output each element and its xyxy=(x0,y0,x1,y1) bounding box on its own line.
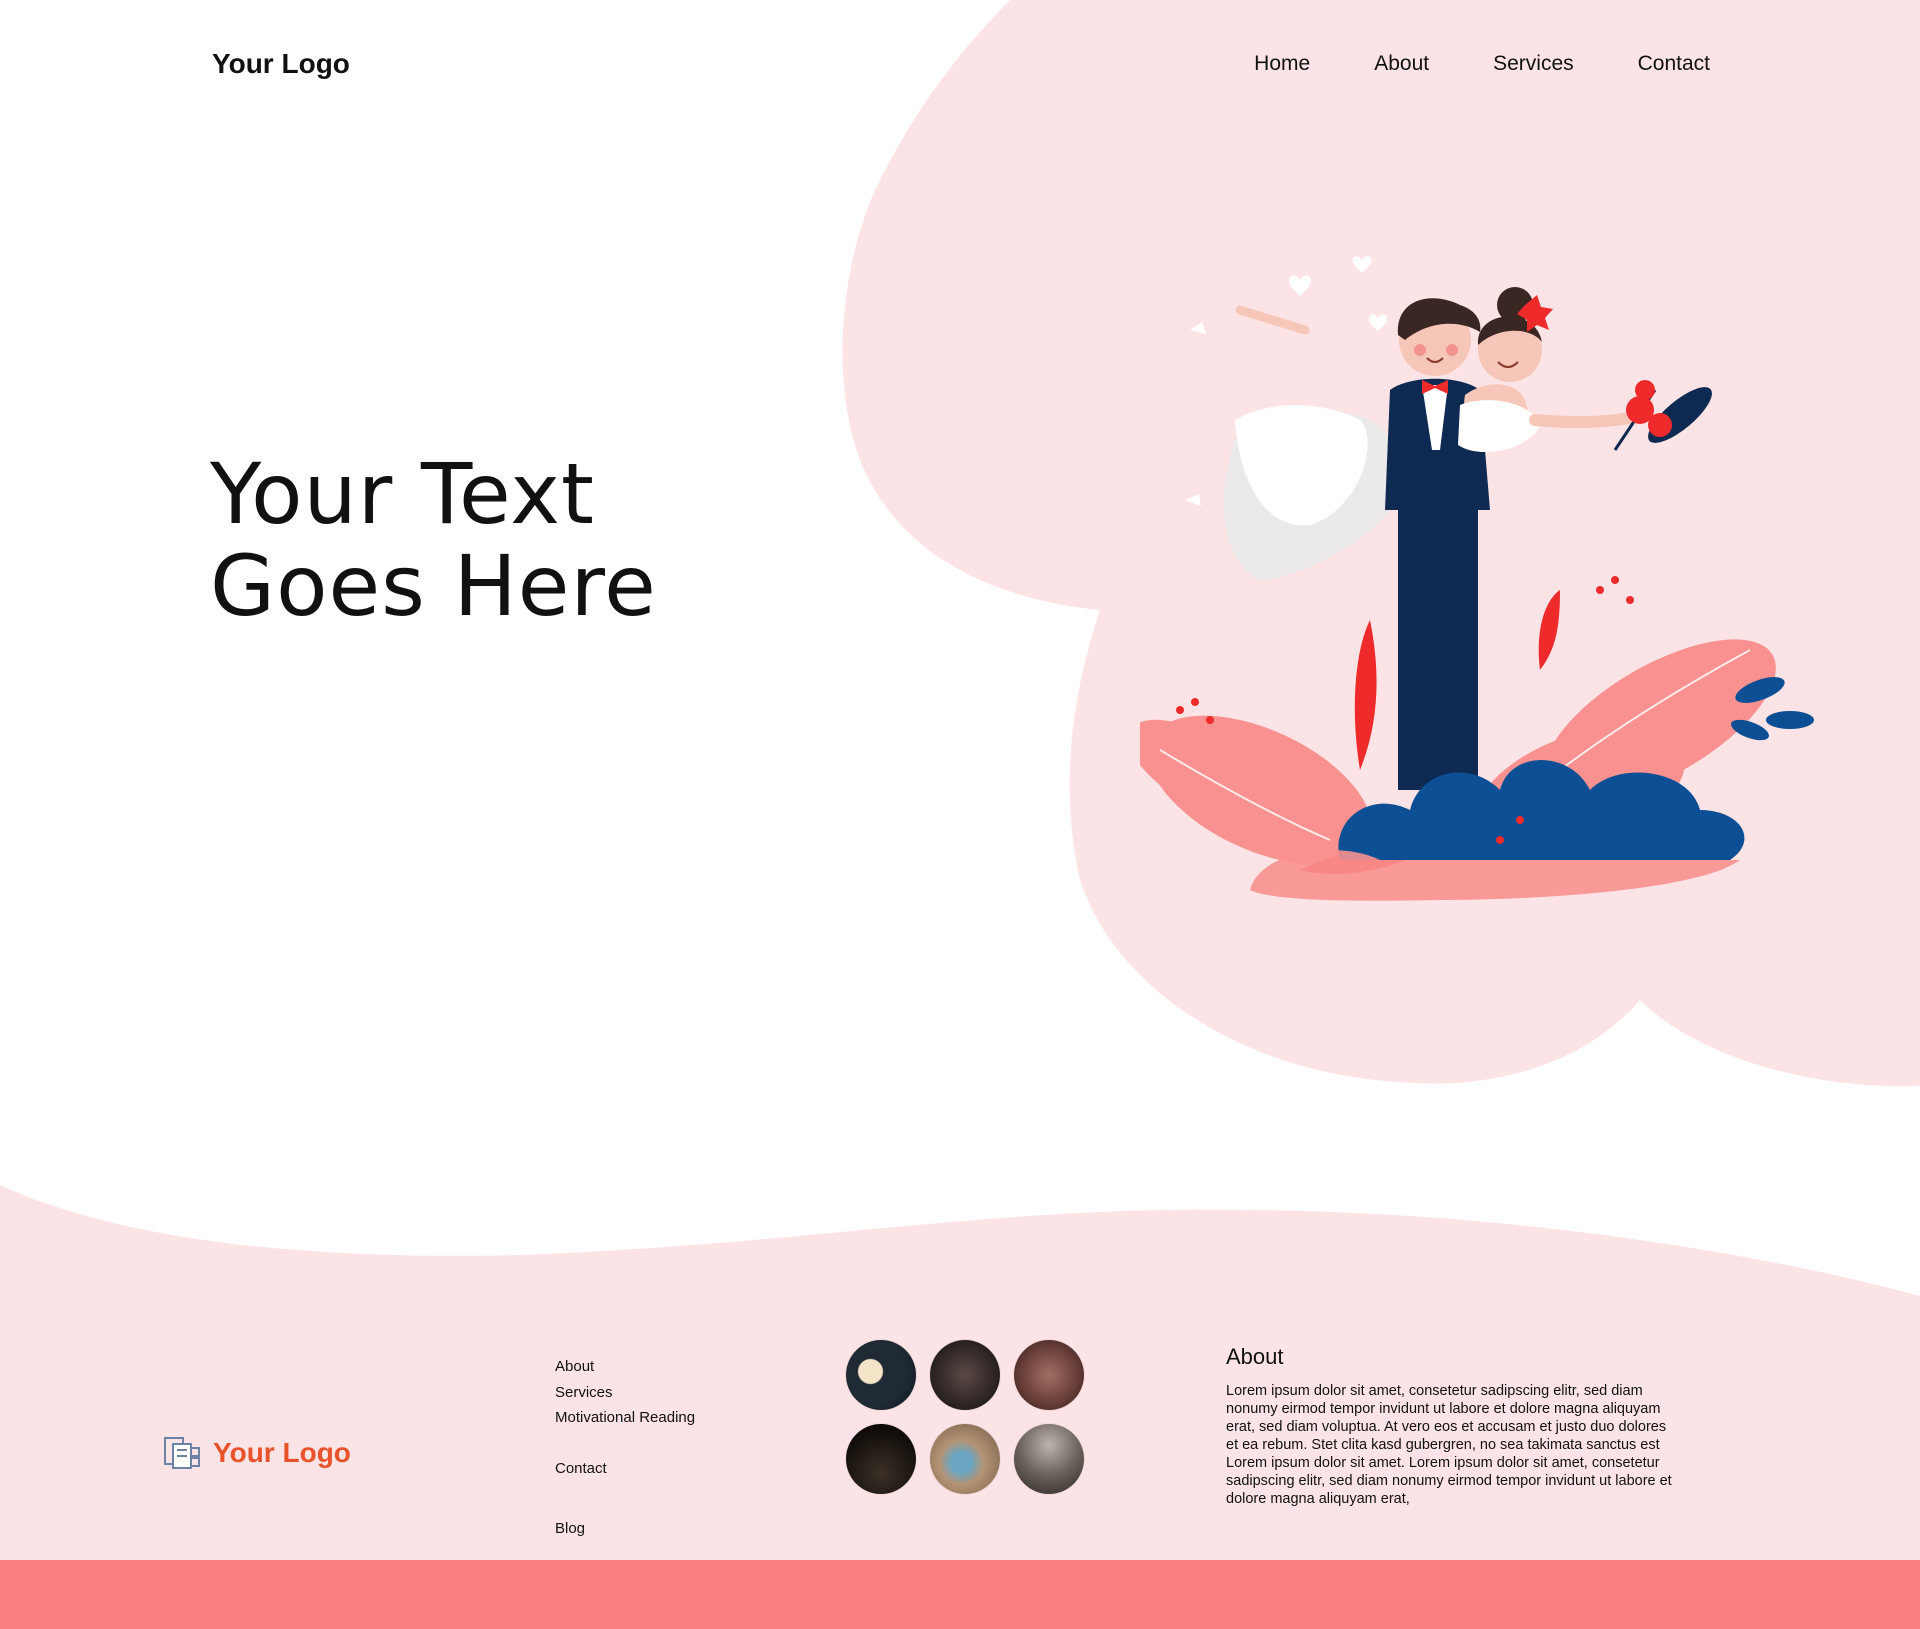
footer-about: About Lorem ipsum dolor sit amet, conset… xyxy=(1226,1344,1676,1508)
hearts xyxy=(1289,256,1388,331)
footer-link-contact[interactable]: Contact xyxy=(555,1460,607,1477)
footer-link-item: Blog xyxy=(555,1520,585,1538)
hero-title: Your Text Goes Here xyxy=(210,448,657,632)
gallery-photo-3[interactable] xyxy=(1014,1340,1084,1410)
footer-link-item: Motivational Reading xyxy=(555,1409,695,1427)
nav-home[interactable]: Home xyxy=(1254,52,1310,76)
gallery-photo-1[interactable] xyxy=(846,1340,916,1410)
hero-title-line-1: Your Text xyxy=(210,445,595,543)
hero-title-line-2: Goes Here xyxy=(210,537,657,635)
footer-about-text: Lorem ipsum dolor sit amet, consetetur s… xyxy=(1226,1383,1672,1507)
nav-about[interactable]: About xyxy=(1374,52,1429,76)
footer-link-blog[interactable]: Blog xyxy=(555,1520,585,1537)
nav-contact[interactable]: Contact xyxy=(1638,52,1710,76)
footer-logo-text: Your Logo xyxy=(213,1437,351,1468)
gallery-photo-4[interactable] xyxy=(846,1424,916,1494)
footer-link-item: Contact xyxy=(555,1460,607,1478)
header-logo[interactable]: Your Logo xyxy=(212,48,350,80)
footer-about-title: About xyxy=(1226,1344,1284,1369)
footer-link-item: About xyxy=(555,1358,594,1376)
bouquet xyxy=(1613,380,1712,451)
footer-link-motivational-reading[interactable]: Motivational Reading xyxy=(555,1409,695,1426)
gallery-photo-5[interactable] xyxy=(930,1424,1000,1494)
footer-logo[interactable]: Your Logo xyxy=(163,1436,351,1470)
logo-mark-icon xyxy=(164,1437,200,1469)
footer-link-about[interactable]: About xyxy=(555,1358,594,1375)
bottom-bar xyxy=(0,1560,1920,1629)
footer-link-item: Services xyxy=(555,1384,613,1402)
footer-link-services[interactable]: Services xyxy=(555,1384,613,1401)
gallery-photo-6[interactable] xyxy=(1014,1424,1084,1494)
wedding-couple-illustration xyxy=(1140,256,1814,901)
groom-legs xyxy=(1398,500,1478,790)
main-nav: Home About Services Contact xyxy=(1190,52,1710,76)
gallery-photo-2[interactable] xyxy=(930,1340,1000,1410)
nav-services[interactable]: Services xyxy=(1493,52,1574,76)
